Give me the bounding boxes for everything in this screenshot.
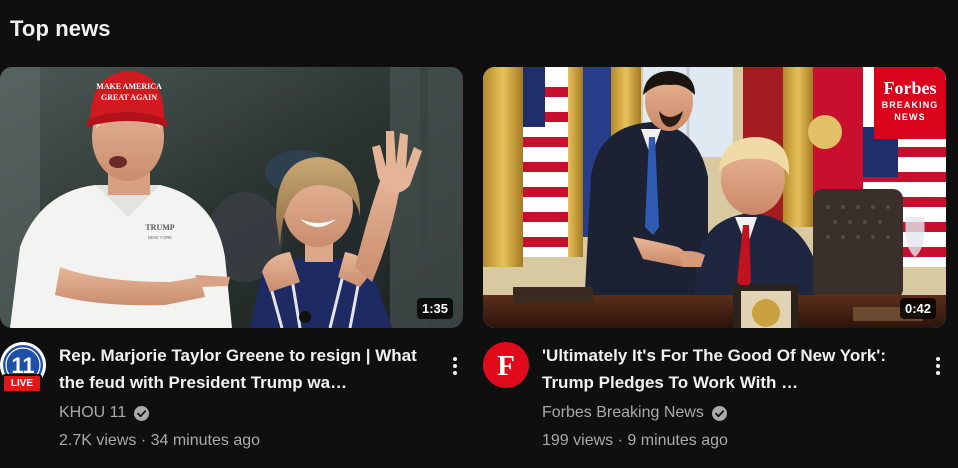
hat-text-line1: MAKE AMERICA bbox=[96, 82, 162, 91]
channel-avatar[interactable]: 11 LIVE bbox=[0, 342, 46, 393]
kebab-menu-icon[interactable] bbox=[926, 354, 950, 378]
video-thumbnail[interactable]: MAKE AMERICA GREAT AGAIN TRUMP NEW YORK bbox=[0, 67, 463, 328]
duration-badge: 1:35 bbox=[416, 298, 453, 319]
forbes-badge-brand: Forbes bbox=[883, 78, 937, 98]
verified-check-icon bbox=[134, 405, 150, 421]
video-stats: 199 views · 9 minutes ago bbox=[542, 430, 904, 452]
kebab-menu-icon[interactable] bbox=[443, 354, 467, 378]
channel-name-row[interactable]: KHOU 11 bbox=[59, 402, 421, 424]
video-meta: 11 LIVE Rep. Marjorie Taylor Greene to r… bbox=[0, 342, 463, 468]
thumbnail-image: MAKE AMERICA GREAT AGAIN TRUMP NEW YORK bbox=[0, 67, 463, 328]
channel-name[interactable]: KHOU 11 bbox=[59, 402, 126, 424]
separator-dot: · bbox=[617, 432, 628, 449]
forbes-badge: Forbes BREAKING NEWS bbox=[874, 67, 946, 139]
hat-text-line2: GREAT AGAIN bbox=[101, 93, 157, 102]
forbes-badge-tag-line2: NEWS bbox=[894, 112, 926, 122]
forbes-logo-icon: F bbox=[483, 342, 529, 388]
duration-badge: 0:42 bbox=[899, 298, 936, 319]
video-title[interactable]: 'Ultimately It's For The Good Of New Yor… bbox=[542, 342, 904, 396]
published-age: 9 minutes ago bbox=[627, 432, 728, 449]
video-thumbnail[interactable]: Forbes BREAKING NEWS 0:42 bbox=[483, 67, 946, 328]
video-text: 'Ultimately It's For The Good Of New Yor… bbox=[542, 342, 904, 452]
published-age: 34 minutes ago bbox=[150, 432, 261, 449]
video-card: MAKE AMERICA GREAT AGAIN TRUMP NEW YORK bbox=[0, 67, 463, 468]
video-stats: 2.7K views · 34 minutes ago bbox=[59, 430, 421, 452]
view-count: 199 views bbox=[542, 432, 614, 449]
video-title[interactable]: Rep. Marjorie Taylor Greene to resign | … bbox=[59, 342, 421, 396]
avatar-text: F bbox=[497, 350, 515, 382]
view-count: 2.7K views bbox=[59, 432, 137, 449]
shirt-text-line1: TRUMP bbox=[145, 223, 174, 232]
shirt-text-line2: NEW YORK bbox=[148, 235, 172, 240]
video-meta: F 'Ultimately It's For The Good Of New Y… bbox=[483, 342, 946, 468]
verified-check-icon bbox=[711, 405, 727, 421]
channel-name[interactable]: Forbes Breaking News bbox=[542, 402, 704, 424]
shelf-title: Top news bbox=[10, 16, 111, 41]
forbes-badge-tag-line1: BREAKING bbox=[881, 100, 939, 110]
separator-dot: · bbox=[140, 432, 151, 449]
channel-name-row[interactable]: Forbes Breaking News bbox=[542, 402, 904, 424]
live-badge: LIVE bbox=[2, 374, 42, 393]
channel-avatar[interactable]: F bbox=[483, 342, 529, 388]
video-text: Rep. Marjorie Taylor Greene to resign | … bbox=[59, 342, 421, 452]
video-card: Forbes BREAKING NEWS 0:42 F 'Ultimately … bbox=[483, 67, 946, 468]
top-news-shelf: Top news MAKE AMERICA GREAT AGAIN TRUMP … bbox=[0, 0, 958, 468]
